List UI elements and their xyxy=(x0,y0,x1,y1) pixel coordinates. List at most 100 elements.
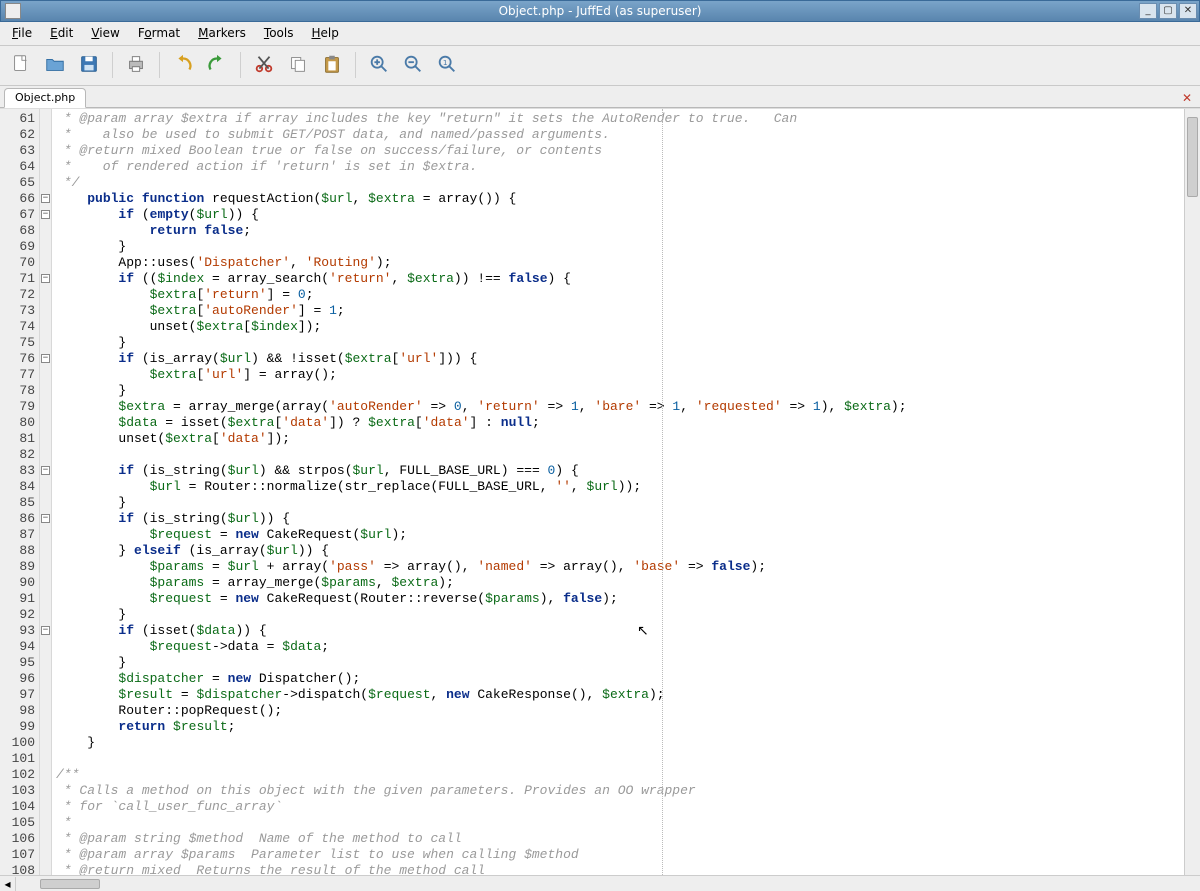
fold-marker xyxy=(40,799,51,815)
zoom-in-button[interactable] xyxy=(364,50,394,80)
code-view[interactable]: * @param array $extra if array includes … xyxy=(52,109,1184,876)
toolbar-separator xyxy=(112,52,113,78)
line-number: 103 xyxy=(0,783,39,799)
print-button[interactable] xyxy=(121,50,151,80)
fold-marker xyxy=(40,159,51,175)
line-number: 79 xyxy=(0,399,39,415)
menu-edit[interactable]: Edit xyxy=(42,24,81,42)
line-number: 92 xyxy=(0,607,39,623)
zoom-out-button[interactable] xyxy=(398,50,428,80)
undo-button[interactable] xyxy=(168,50,198,80)
line-number: 100 xyxy=(0,735,39,751)
fold-marker xyxy=(40,671,51,687)
fold-marker xyxy=(40,175,51,191)
line-number: 83 xyxy=(0,463,39,479)
app-icon xyxy=(5,3,21,19)
fold-marker[interactable]: − xyxy=(40,207,51,223)
fold-marker xyxy=(40,447,51,463)
fold-marker[interactable]: − xyxy=(40,623,51,639)
line-number: 71 xyxy=(0,271,39,287)
menu-markers[interactable]: Markers xyxy=(190,24,254,42)
vertical-scrollbar-thumb[interactable] xyxy=(1187,117,1198,197)
fold-marker[interactable]: − xyxy=(40,271,51,287)
horizontal-scrollbar-thumb[interactable] xyxy=(40,879,100,889)
line-number: 70 xyxy=(0,255,39,271)
line-number: 106 xyxy=(0,831,39,847)
editor-area: 6162636465666768697071727374757677787980… xyxy=(0,108,1200,876)
paste-button[interactable] xyxy=(317,50,347,80)
fold-marker xyxy=(40,239,51,255)
line-number: 86 xyxy=(0,511,39,527)
line-number-gutter: 6162636465666768697071727374757677787980… xyxy=(0,109,40,876)
window-maximize-button[interactable]: ▢ xyxy=(1159,3,1177,19)
undo-icon xyxy=(172,53,194,78)
toolbar-separator xyxy=(240,52,241,78)
line-number: 107 xyxy=(0,847,39,863)
menu-view[interactable]: View xyxy=(83,24,127,42)
line-number: 78 xyxy=(0,383,39,399)
fold-marker xyxy=(40,783,51,799)
line-number: 84 xyxy=(0,479,39,495)
fold-marker xyxy=(40,543,51,559)
line-number: 74 xyxy=(0,319,39,335)
line-number: 87 xyxy=(0,527,39,543)
fold-marker[interactable]: − xyxy=(40,511,51,527)
line-number: 99 xyxy=(0,719,39,735)
line-number: 62 xyxy=(0,127,39,143)
close-document-button[interactable]: ✕ xyxy=(1178,89,1196,107)
line-number: 95 xyxy=(0,655,39,671)
scroll-left-button[interactable]: ◂ xyxy=(0,877,16,891)
zoom-reset-icon: 1 xyxy=(436,53,458,78)
fold-marker xyxy=(40,639,51,655)
tab-object-php[interactable]: Object.php xyxy=(4,88,86,108)
fold-marker xyxy=(40,303,51,319)
copy-button[interactable] xyxy=(283,50,313,80)
cut-button[interactable] xyxy=(249,50,279,80)
zoom-reset-button[interactable]: 1 xyxy=(432,50,462,80)
window-close-button[interactable]: ✕ xyxy=(1179,3,1197,19)
line-number: 82 xyxy=(0,447,39,463)
horizontal-scrollbar[interactable]: ◂ xyxy=(0,875,1200,891)
fold-marker xyxy=(40,383,51,399)
line-number: 63 xyxy=(0,143,39,159)
menu-tools[interactable]: Tools xyxy=(256,24,302,42)
save-file-button[interactable] xyxy=(74,50,104,80)
toolbar-separator xyxy=(159,52,160,78)
redo-button[interactable] xyxy=(202,50,232,80)
fold-marker xyxy=(40,143,51,159)
vertical-scrollbar[interactable] xyxy=(1184,109,1200,876)
line-number: 76 xyxy=(0,351,39,367)
cut-icon xyxy=(253,53,275,78)
menu-format[interactable]: Format xyxy=(130,24,188,42)
menu-help[interactable]: Help xyxy=(303,24,346,42)
window-titlebar: Object.php - JuffEd (as superuser) _ ▢ ✕ xyxy=(0,0,1200,22)
line-number: 73 xyxy=(0,303,39,319)
zoom-in-icon xyxy=(368,53,390,78)
window-minimize-button[interactable]: _ xyxy=(1139,3,1157,19)
fold-marker xyxy=(40,831,51,847)
fold-marker[interactable]: − xyxy=(40,191,51,207)
line-number: 88 xyxy=(0,543,39,559)
line-number: 93 xyxy=(0,623,39,639)
fold-marker[interactable]: − xyxy=(40,351,51,367)
menu-file[interactable]: File xyxy=(4,24,40,42)
line-number: 68 xyxy=(0,223,39,239)
fold-marker xyxy=(40,703,51,719)
line-number: 80 xyxy=(0,415,39,431)
fold-marker xyxy=(40,255,51,271)
line-number: 102 xyxy=(0,767,39,783)
line-number: 72 xyxy=(0,287,39,303)
fold-marker[interactable]: − xyxy=(40,463,51,479)
fold-marker xyxy=(40,367,51,383)
open-file-button[interactable] xyxy=(40,50,70,80)
fold-marker xyxy=(40,319,51,335)
fold-marker xyxy=(40,767,51,783)
print-icon xyxy=(125,53,147,78)
line-number: 105 xyxy=(0,815,39,831)
line-number: 75 xyxy=(0,335,39,351)
redo-icon xyxy=(206,53,228,78)
fold-marker xyxy=(40,591,51,607)
line-number: 65 xyxy=(0,175,39,191)
new-file-button[interactable] xyxy=(6,50,36,80)
line-number: 66 xyxy=(0,191,39,207)
